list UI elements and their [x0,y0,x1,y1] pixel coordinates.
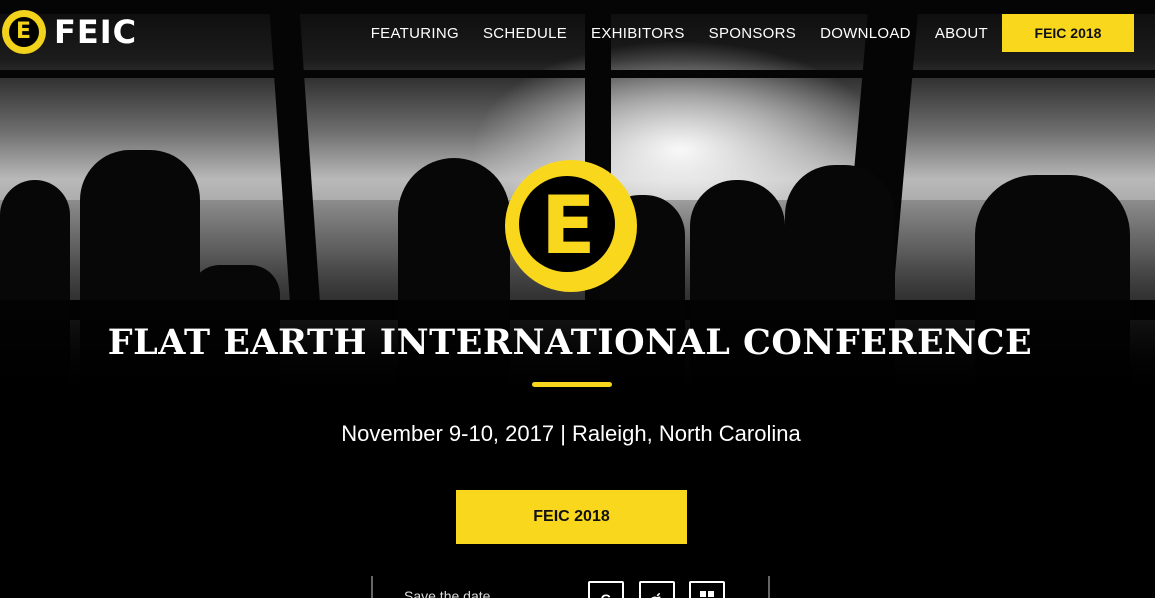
hero-feic-2018-button[interactable]: FEIC 2018 [456,490,687,544]
brand-logo[interactable]: E FEIC [2,10,137,54]
apple-calendar-button[interactable] [639,581,675,598]
nav-item-featuring[interactable]: FEATURING [371,24,459,44]
strip-divider [768,576,770,598]
nav-item-sponsors[interactable]: SPONSORS [709,24,796,44]
windows-icon [700,591,714,598]
main-nav: FEATURING SCHEDULE EXHIBITORS SPONSORS D… [371,24,988,44]
feic-emblem-icon: E [505,160,637,292]
title-divider [532,382,612,387]
window-frame-rail [0,70,1155,78]
nav-feic-2018-button[interactable]: FEIC 2018 [1002,14,1134,52]
event-date-location: November 9-10, 2017 | Raleigh, North Car… [341,421,801,446]
feic-logo-icon: E [2,10,46,54]
nav-item-schedule[interactable]: SCHEDULE [483,24,567,44]
nav-item-about[interactable]: ABOUT [935,24,988,44]
brand-name: FEIC [54,13,138,51]
apple-icon [650,591,664,598]
strip-divider [371,576,373,598]
google-icon: G [601,591,612,598]
windows-calendar-button[interactable] [689,581,725,598]
google-calendar-button[interactable]: G [588,581,624,598]
save-the-date-label: Save the date [404,588,491,598]
window-frame-top [0,0,1155,14]
page-title: FLAT EARTH INTERNATIONAL CONFERENCE [107,322,1033,363]
nav-item-exhibitors[interactable]: EXHIBITORS [591,24,685,44]
nav-item-download[interactable]: DOWNLOAD [820,24,911,44]
